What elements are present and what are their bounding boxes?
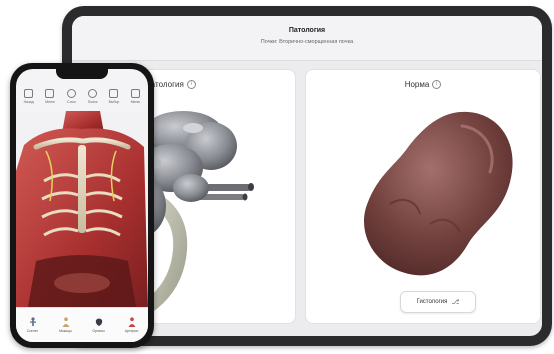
- muscles-icon: [62, 317, 69, 327]
- normal-panel-label: Норма: [404, 80, 430, 89]
- more-icon: [130, 88, 140, 98]
- layers-icon: [66, 88, 76, 98]
- back-icon: [24, 88, 34, 98]
- phone-notch: [56, 69, 108, 79]
- phone-screen: Назад Меню Слои Поиск Выбор Меню Скелет …: [16, 69, 148, 342]
- page-title: Патология: [288, 27, 326, 34]
- anatomy-3d-model[interactable]: [16, 111, 148, 307]
- tool-label: Меню: [130, 99, 141, 104]
- nav-skeleton[interactable]: Скелет: [21, 317, 45, 333]
- phone-device: Назад Меню Слои Поиск Выбор Меню Скелет …: [10, 63, 154, 348]
- toolbar-layers-button[interactable]: Слои: [63, 88, 79, 104]
- nav-label: Мышцы: [59, 329, 72, 333]
- nav-organs[interactable]: Органы: [87, 317, 111, 333]
- tool-label: Выбор: [108, 99, 120, 104]
- organs-icon: [95, 318, 102, 326]
- tool-label: Назад: [23, 99, 34, 104]
- skeleton-icon: [29, 317, 36, 327]
- nav-label: Скелет: [26, 329, 39, 333]
- search-icon: [88, 88, 98, 98]
- histology-button[interactable]: Гистология ⎇: [400, 291, 476, 313]
- tool-label: Слои: [67, 99, 76, 104]
- nav-label: Артерии: [124, 329, 139, 333]
- tablet-header: Патология Почки: Вторично-сморщенная поч…: [72, 16, 542, 61]
- tool-label: Поиск: [87, 99, 98, 104]
- toolbar-menu-button[interactable]: Меню: [42, 88, 58, 104]
- nav-label: Органы: [92, 329, 105, 333]
- select-icon: [109, 88, 119, 98]
- toolbar-back-button[interactable]: Назад: [21, 88, 37, 104]
- microscope-icon: ⎇: [451, 299, 460, 306]
- toolbar-select-button[interactable]: Выбор: [106, 88, 122, 104]
- toolbar-more-button[interactable]: Меню: [127, 88, 143, 104]
- normal-panel-title: Норма i: [306, 80, 540, 90]
- menu-icon: [45, 88, 55, 98]
- arteries-icon: [128, 317, 135, 327]
- nav-muscles[interactable]: Мышцы: [54, 317, 78, 333]
- toolbar-search-button[interactable]: Поиск: [85, 88, 101, 104]
- histology-button-label: Гистология: [416, 299, 448, 305]
- page-subtitle: Почки: Вторично-сморщенная почка: [260, 39, 354, 45]
- phone-bottom-nav: Скелет Мышцы Органы Артерии: [16, 307, 148, 342]
- tool-label: Меню: [45, 99, 55, 104]
- normal-panel[interactable]: Норма i Гистология ⎇: [305, 69, 541, 324]
- phone-toolbar: Назад Меню Слои Поиск Выбор Меню: [16, 83, 148, 109]
- nav-arteries[interactable]: Артерии: [120, 317, 144, 333]
- info-icon[interactable]: i: [432, 80, 442, 90]
- normal-kidney-model[interactable]: [350, 104, 520, 284]
